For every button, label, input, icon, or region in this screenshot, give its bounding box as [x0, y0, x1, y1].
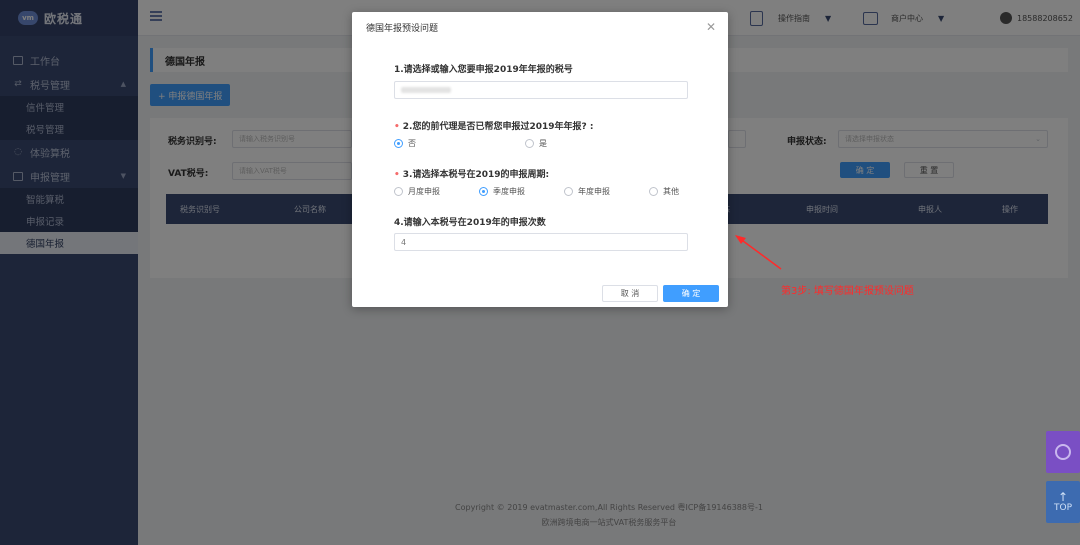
dialog-title: 德国年报预设问题 [366, 23, 439, 34]
radio-q3-monthly[interactable]: 月度申报 [394, 186, 440, 197]
radio-unchecked-icon [564, 187, 573, 196]
radio-q2-no[interactable]: 否 [394, 138, 416, 149]
radio-label: 年度申报 [578, 187, 610, 196]
back-to-top-label: TOP [1053, 503, 1072, 513]
radio-checked-icon [394, 139, 403, 148]
radio-q3-quarterly[interactable]: 季度申报 [479, 186, 525, 197]
confirm-button[interactable]: 确 定 [663, 285, 719, 302]
customer-service-button[interactable] [1046, 431, 1080, 473]
radio-q3-annual[interactable]: 年度申报 [564, 186, 610, 197]
required-marker: • [394, 170, 400, 180]
question-1: 1.请选择或输入您要申报2019年年报的税号 [394, 65, 573, 75]
radio-unchecked-icon [394, 187, 403, 196]
question-2-row: • 2.您的前代理是否已帮您申报过2019年年报? : [394, 119, 593, 132]
radio-label: 其他 [663, 187, 679, 196]
tax-id-select[interactable] [394, 81, 688, 99]
radio-q3-other[interactable]: 其他 [649, 186, 679, 197]
close-icon[interactable]: ✕ [706, 20, 716, 34]
redacted-tax-id [401, 87, 451, 93]
cancel-button[interactable]: 取 消 [602, 285, 658, 302]
question-3-row: • 3.请选择本税号在2019的申报周期: [394, 167, 549, 180]
radio-unchecked-icon [525, 139, 534, 148]
radio-label: 是 [539, 139, 547, 148]
radio-checked-icon [479, 187, 488, 196]
radio-q2-yes[interactable]: 是 [525, 138, 547, 149]
annotation-step-text: 第3步: 填写德国年报预设问题 [781, 286, 914, 297]
arrow-up-icon: ↑ [1057, 490, 1069, 504]
question-2: 2.您的前代理是否已帮您申报过2019年年报? : [402, 122, 594, 132]
declaration-count-input[interactable]: 4 [394, 233, 688, 251]
radio-label: 否 [408, 139, 416, 148]
back-to-top-button[interactable]: ↑ TOP [1046, 481, 1080, 523]
headset-icon [1055, 444, 1071, 460]
question-4: 4.请输入本税号在2019年的申报次数 [394, 218, 546, 228]
question-3: 3.请选择本税号在2019的申报周期: [402, 170, 550, 180]
required-marker: • [394, 122, 400, 132]
preset-questions-dialog: 德国年报预设问题 ✕ 1.请选择或输入您要申报2019年年报的税号 • 2.您的前… [352, 12, 728, 307]
annotation-arrow-icon [735, 235, 782, 270]
radio-label: 月度申报 [408, 187, 440, 196]
radio-label: 季度申报 [493, 187, 525, 196]
radio-unchecked-icon [649, 187, 658, 196]
